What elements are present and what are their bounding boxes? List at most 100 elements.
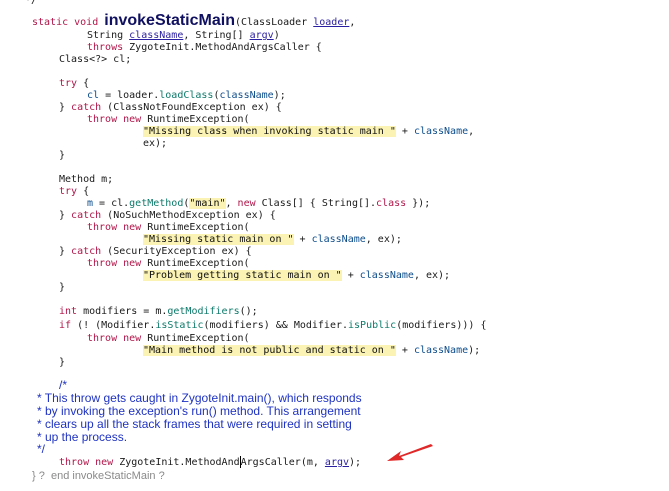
comment: * by invoking the exception's run() meth… [37, 404, 361, 418]
code-line-22: int modifiers = m.getModifiers(); [59, 305, 258, 319]
code-text: Method m; [59, 174, 114, 185]
code-text: (); [239, 306, 258, 317]
code-text: } [59, 357, 66, 368]
field: className [219, 90, 274, 101]
code-text: RuntimeException( [141, 333, 250, 344]
code-text: } [59, 246, 72, 257]
keyword: static void [32, 17, 99, 28]
code-text: modifiers = m. [77, 306, 168, 317]
code-text: + [395, 345, 414, 356]
code-text: (ClassLoader [234, 17, 308, 28]
code-text: ) [273, 30, 280, 41]
code-text: { [77, 186, 90, 197]
code-text: ); [273, 90, 286, 101]
string-literal: "Main method is not public and static on… [143, 345, 396, 356]
method-name: invokeStaticMain [104, 12, 235, 29]
comment: * clears up all the stack frames that we… [37, 417, 352, 431]
keyword: catch [71, 210, 102, 221]
comment: */ [37, 442, 46, 456]
code-text: ArgsCaller(m, [240, 457, 325, 468]
keyword: throw new [87, 258, 142, 269]
code-text: Class[] { String[]. [255, 198, 377, 209]
code-text: = loader. [99, 90, 160, 101]
code-text: + [341, 270, 360, 281]
code-text: } [59, 102, 72, 113]
string-literal: "Problem getting static main on " [143, 270, 342, 281]
code-text: (SecurityException ex) { [101, 246, 252, 257]
keyword: class [376, 198, 407, 209]
string-literal: "Missing class when invoking static main… [143, 126, 396, 137]
code-text: String [87, 30, 124, 41]
keyword: throw new [87, 333, 142, 344]
code-text: }); [406, 198, 431, 209]
code-text: RuntimeException( [141, 222, 250, 233]
keyword: new [237, 198, 256, 209]
code-text: { [77, 78, 90, 89]
keyword: throw new [87, 222, 142, 233]
param-loader: loader [313, 17, 350, 28]
code-text: , [468, 126, 475, 137]
field: className [413, 126, 469, 137]
code-line-20: "Problem getting static main on " + clas… [143, 269, 450, 283]
method-call: isPublic [348, 320, 397, 331]
red-arrow-icon [387, 444, 433, 461]
code-text: RuntimeException( [141, 114, 250, 125]
code-line-27: /* [59, 378, 67, 392]
param-classname: className [129, 30, 184, 41]
code-text: = cl. [93, 198, 130, 209]
method-call: getMethod [129, 198, 184, 209]
keyword: int [59, 306, 78, 317]
code-line-13: try { [59, 185, 89, 199]
keyword: throw new [59, 457, 114, 468]
keyword: throw new [87, 114, 142, 125]
keyword: if [59, 320, 72, 331]
comment-close: */ [25, 0, 38, 6]
field: className [413, 345, 469, 356]
code-line-30: * clears up all the stack frames that we… [37, 417, 352, 431]
code-line-0: */ [25, 0, 37, 8]
code-text: (ClassNotFoundException ex) { [101, 102, 282, 113]
code-text: (NoSuchMethodException ex) { [101, 210, 276, 221]
code-text: ex); [143, 138, 168, 149]
method-call: loadClass [159, 90, 214, 101]
code-text: } [59, 210, 72, 221]
code-text: , [349, 17, 356, 28]
code-line-21: } [59, 281, 65, 295]
fold-end-marker[interactable]: } ? end invokeStaticMain ? [32, 470, 165, 482]
code-line-31: * up the process. [37, 430, 127, 444]
code-line-5: try { [59, 77, 89, 91]
code-line-29: * by invoking the exception's run() meth… [37, 404, 361, 418]
code-text: Class<?> cl; [59, 54, 132, 65]
field: className [359, 270, 414, 281]
code-text: + [293, 234, 312, 245]
code-line-23: if (! (Modifier.isStatic(modifiers) && M… [59, 319, 487, 333]
code-text: ); [349, 457, 362, 468]
code-text: , ex); [365, 234, 402, 245]
field: className [311, 234, 366, 245]
code-line-28: * This throw gets caught in ZygoteInit.m… [37, 391, 362, 405]
code-line-9: "Missing class when invoking static main… [143, 125, 474, 139]
code-text: (modifiers))) { [396, 320, 487, 331]
code-line-11: } [59, 149, 65, 163]
code-editor[interactable]: */ static void invokeStaticMain(ClassLoa… [0, 0, 669, 491]
code-text: ); [468, 345, 481, 356]
field: cl [87, 90, 100, 101]
code-line-26: } [59, 356, 65, 370]
code-line-25: "Main method is not public and static on… [143, 344, 480, 358]
code-text: (! (Modifier. [71, 320, 156, 331]
string-literal: "Missing static main on " [143, 234, 294, 245]
code-text: } [59, 150, 66, 161]
comment: * This throw gets caught in ZygoteInit.m… [37, 391, 362, 405]
keyword: throws [87, 42, 124, 53]
code-text: ZygoteInit.MethodAndArgsCaller { [129, 42, 322, 53]
comment: /* [59, 378, 68, 392]
comment: * up the process. [37, 430, 128, 444]
string-literal: "main" [189, 198, 226, 209]
param-argv: argv [249, 30, 274, 41]
code-line-4: Class<?> cl; [59, 53, 131, 67]
method-call: isStatic [155, 320, 204, 331]
code-text: , String[] [183, 30, 244, 41]
code-line-33: throw new ZygoteInit.MethodAndArgsCaller… [59, 456, 361, 470]
method-call: getModifiers [167, 306, 240, 317]
keyword: catch [71, 246, 102, 257]
